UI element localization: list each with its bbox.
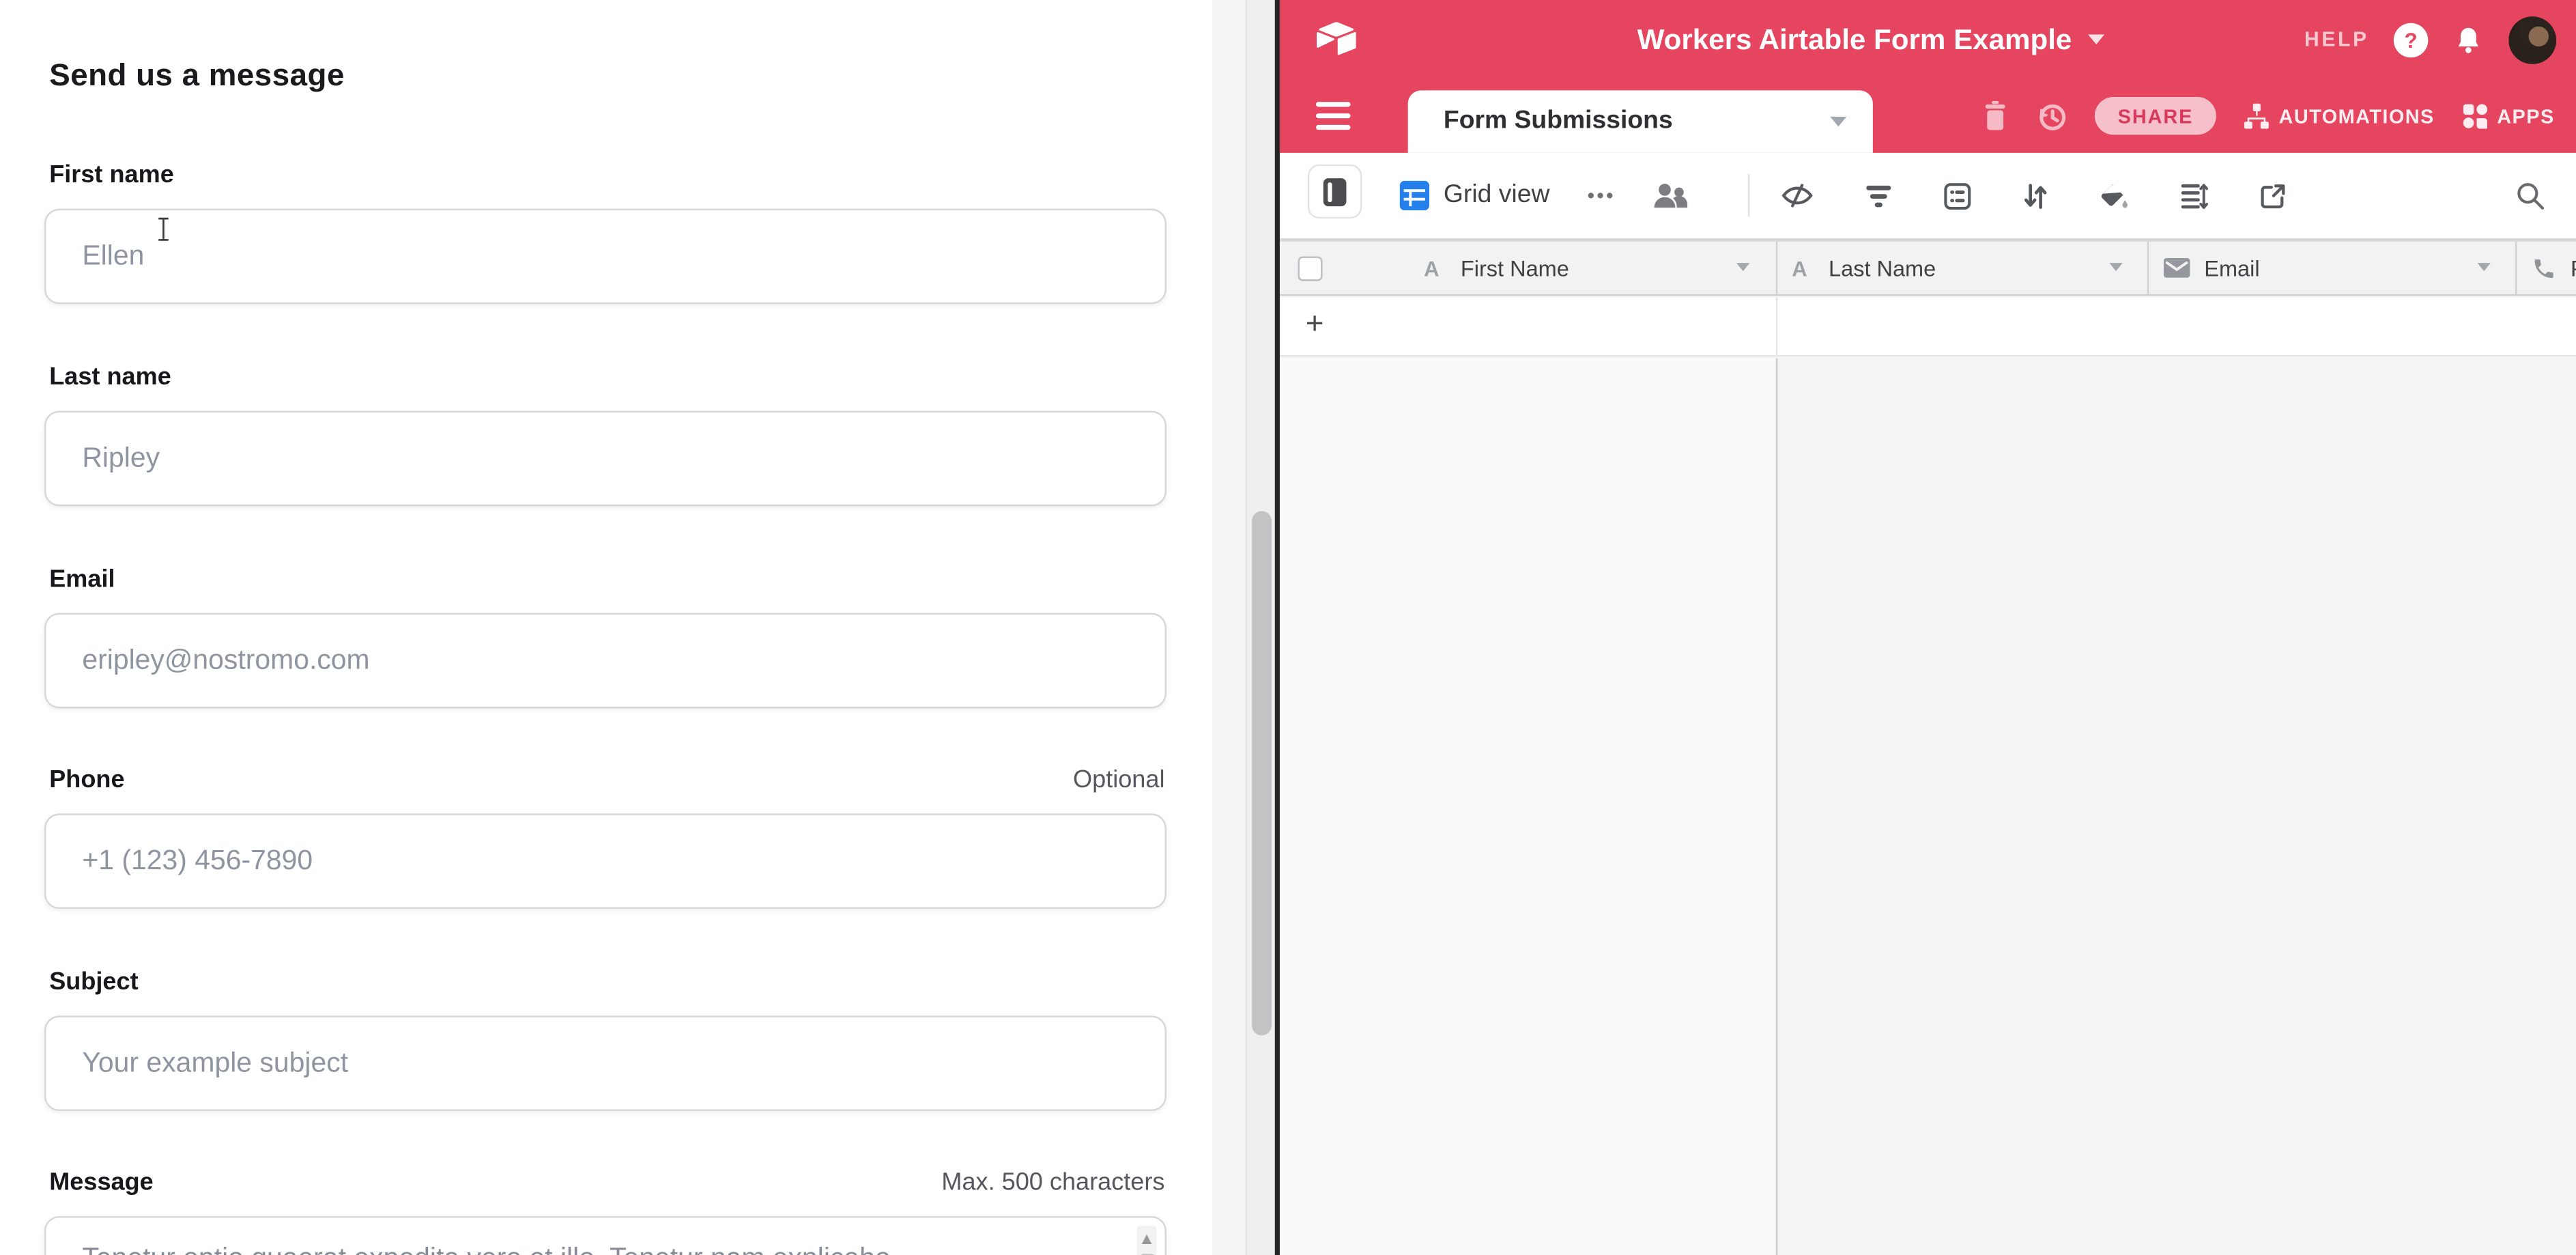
text-field-icon: A bbox=[1792, 255, 1807, 280]
base-title: Workers Airtable Form Example bbox=[1637, 22, 2072, 57]
base-title-wrap[interactable]: Workers Airtable Form Example bbox=[1476, 0, 2265, 79]
message-placeholder-text: Tenetur optio quaerat expedita vero et i… bbox=[82, 1243, 1108, 1255]
sidebar-menu-icon[interactable] bbox=[1315, 102, 1350, 129]
automations-label: AUTOMATIONS bbox=[2279, 104, 2435, 128]
column-menu-caret-icon[interactable] bbox=[1736, 263, 1749, 271]
airtable-pane: Workers Airtable Form Example HELP ? For… bbox=[1279, 0, 2576, 1255]
base-title-caret-icon bbox=[2088, 35, 2104, 44]
column-border[interactable] bbox=[2147, 242, 2148, 294]
scroll-up-arrow-icon[interactable] bbox=[1141, 1235, 1151, 1244]
column-border[interactable] bbox=[2515, 242, 2516, 294]
field-last-name: Last name bbox=[44, 363, 1167, 506]
column-name: Email bbox=[2204, 255, 2259, 280]
first-name-label: First name bbox=[49, 161, 174, 189]
message-label: Message bbox=[49, 1168, 154, 1196]
trash-icon[interactable] bbox=[1981, 100, 2009, 132]
column-name: Phone bbox=[2571, 255, 2576, 280]
phone-column-header[interactable]: Phone bbox=[2531, 242, 2576, 294]
history-icon[interactable] bbox=[2035, 100, 2068, 132]
sort-icon[interactable] bbox=[2022, 182, 2048, 210]
phone-icon bbox=[2531, 255, 2556, 280]
share-view-icon[interactable] bbox=[2259, 182, 2287, 210]
filter-icon[interactable] bbox=[1864, 183, 1892, 208]
hide-fields-icon[interactable] bbox=[1780, 182, 1813, 209]
view-name[interactable]: Grid view bbox=[1444, 181, 1550, 210]
column-menu-caret-icon[interactable] bbox=[2109, 263, 2122, 271]
share-label: SHARE bbox=[2118, 104, 2194, 128]
search-icon[interactable] bbox=[2515, 181, 2545, 210]
page-scrollbar-track[interactable] bbox=[1245, 0, 1274, 1255]
user-avatar[interactable] bbox=[2508, 16, 2556, 64]
email-column-header[interactable]: Email bbox=[2163, 242, 2259, 294]
column-border[interactable] bbox=[1775, 242, 1777, 294]
window-divider bbox=[1274, 0, 1280, 1255]
subject-label: Subject bbox=[49, 968, 138, 996]
select-all-checkbox[interactable] bbox=[1298, 255, 1322, 280]
apps-button[interactable]: APPS bbox=[2461, 102, 2554, 130]
column-name: Last Name bbox=[1829, 255, 1936, 280]
field-first-name: First name bbox=[44, 161, 1167, 304]
grid-canvas-right bbox=[1778, 358, 2576, 1255]
field-phone: Phone Optional bbox=[44, 766, 1167, 909]
textarea-scrollbar[interactable] bbox=[1137, 1226, 1157, 1255]
views-sidebar-toggle-button[interactable] bbox=[1307, 165, 1361, 218]
apps-icon bbox=[2461, 102, 2489, 130]
field-subject: Subject bbox=[44, 968, 1167, 1111]
last-name-column-header[interactable]: A Last Name bbox=[1792, 242, 1936, 294]
grid-canvas-left bbox=[1279, 358, 1775, 1255]
automations-icon bbox=[2243, 102, 2271, 130]
sidebar-panel-icon bbox=[1322, 177, 1347, 206]
text-cursor-icon bbox=[156, 217, 171, 242]
grid-view-icon[interactable] bbox=[1399, 181, 1429, 210]
last-name-label: Last name bbox=[49, 363, 171, 391]
airtable-logo-icon[interactable] bbox=[1314, 20, 1358, 57]
phone-input[interactable] bbox=[46, 815, 1164, 907]
tab-form-submissions[interactable]: Form Submissions bbox=[1407, 90, 1872, 152]
screenshot-stage: Send us a message First name Last name bbox=[0, 0, 2576, 1255]
frozen-column-divider bbox=[1775, 358, 1778, 1255]
email-input[interactable] bbox=[46, 615, 1164, 707]
field-message: Message Max. 500 characters Tenetur opti… bbox=[44, 1168, 1167, 1255]
add-record-row[interactable]: + bbox=[1279, 298, 2576, 357]
grid-header-row: A First Name A Last Name Email bbox=[1279, 240, 2576, 296]
text-field-icon: A bbox=[1424, 255, 1440, 280]
apps-label: APPS bbox=[2497, 104, 2554, 128]
help-button[interactable]: HELP bbox=[2304, 28, 2369, 51]
collaborators-icon[interactable] bbox=[1653, 182, 1689, 210]
message-maxchars-note: Max. 500 characters bbox=[941, 1168, 1164, 1196]
view-toolbar: Grid view ••• bbox=[1279, 153, 2576, 240]
view-options-ellipsis[interactable]: ••• bbox=[1588, 184, 1616, 208]
active-table-tab-label: Form Submissions bbox=[1444, 107, 1673, 136]
first-name-input[interactable] bbox=[46, 210, 1164, 302]
frozen-column-border bbox=[1775, 298, 1777, 355]
phone-optional-note: Optional bbox=[1073, 766, 1164, 794]
automations-button[interactable]: AUTOMATIONS bbox=[2243, 102, 2435, 130]
help-question-icon[interactable]: ? bbox=[2394, 22, 2429, 57]
contact-form-pane: Send us a message First name Last name bbox=[0, 0, 1216, 1255]
field-email: Email bbox=[44, 565, 1167, 708]
share-button[interactable]: SHARE bbox=[2095, 97, 2216, 135]
color-icon[interactable] bbox=[2099, 182, 2128, 210]
last-name-input[interactable] bbox=[46, 412, 1164, 505]
phone-label: Phone bbox=[49, 766, 124, 794]
first-name-column-header[interactable]: A First Name bbox=[1424, 242, 1569, 294]
table-tab-caret-icon[interactable] bbox=[1830, 117, 1846, 126]
group-icon[interactable] bbox=[1943, 182, 1971, 210]
toolbar-divider bbox=[1747, 174, 1749, 217]
window-gutter bbox=[1212, 0, 1245, 1255]
form-title: Send us a message bbox=[49, 59, 345, 96]
notifications-bell-icon[interactable] bbox=[2452, 22, 2484, 57]
email-icon bbox=[2163, 258, 2190, 278]
message-textarea[interactable]: Tenetur optio quaerat expedita vero et i… bbox=[44, 1216, 1167, 1255]
add-record-plus-icon[interactable]: + bbox=[1306, 307, 1324, 343]
column-menu-caret-icon[interactable] bbox=[2477, 263, 2490, 271]
row-height-icon[interactable] bbox=[2179, 182, 2207, 210]
subject-input[interactable] bbox=[46, 1017, 1164, 1110]
email-label: Email bbox=[49, 565, 115, 593]
column-name: First Name bbox=[1461, 255, 1569, 280]
page-scrollbar-thumb[interactable] bbox=[1251, 511, 1271, 1036]
